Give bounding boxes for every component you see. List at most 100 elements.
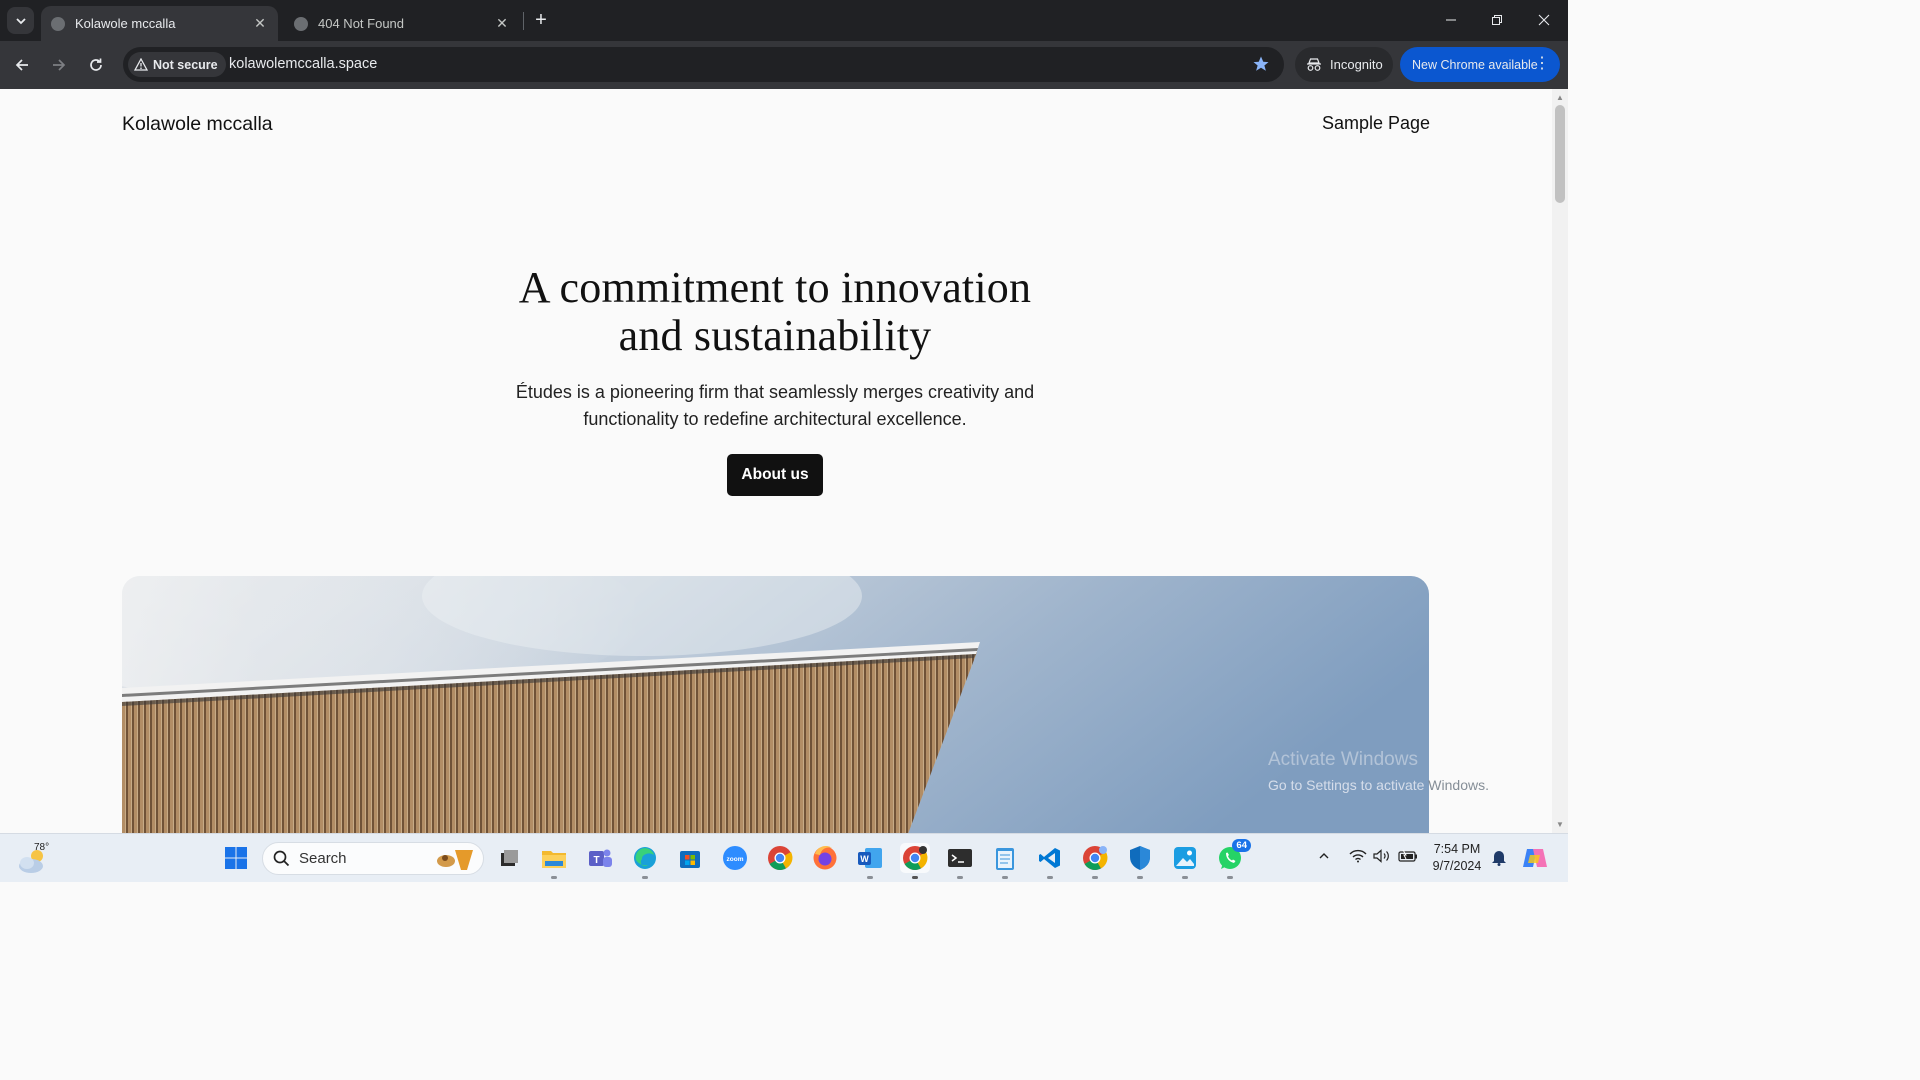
site-title[interactable]: Kolawole mccalla <box>122 113 273 136</box>
running-indicator <box>1137 876 1143 879</box>
arrow-right-icon <box>53 59 66 71</box>
photos-icon <box>1174 847 1196 869</box>
warning-icon <box>134 58 148 71</box>
star-icon <box>1253 56 1269 71</box>
defender-icon <box>1130 846 1150 870</box>
taskbar-search[interactable]: Search <box>262 842 484 875</box>
chevron-down-icon <box>15 17 26 24</box>
tab-kolawole[interactable]: Kolawole mccalla ✕ <box>41 6 278 41</box>
minimize-button[interactable] <box>1428 0 1474 40</box>
windows-start-button[interactable] <box>221 843 251 873</box>
globe-icon <box>51 16 65 31</box>
nav-sample-page[interactable]: Sample Page <box>1322 113 1430 134</box>
running-indicator <box>1047 876 1053 879</box>
forward-button[interactable] <box>46 52 72 78</box>
hero-description: Études is a pioneering firm that seamles… <box>480 379 1070 433</box>
tab-title: Kolawole mccalla <box>75 16 176 31</box>
battery-icon <box>1398 849 1417 862</box>
firefox-button[interactable] <box>810 843 840 873</box>
globe-icon <box>294 16 308 31</box>
svg-text:T: T <box>593 855 599 866</box>
tab-strip: Kolawole mccalla ✕ 404 Not Found ✕ + <box>0 0 1568 41</box>
wifi-icon <box>1349 849 1367 863</box>
copilot-button[interactable] <box>1521 845 1549 874</box>
activate-windows-prefix: Go to Settings to activate <box>1268 777 1425 793</box>
store-button[interactable] <box>675 843 705 873</box>
back-button[interactable] <box>9 52 35 78</box>
photos-button[interactable] <box>1170 843 1200 879</box>
chrome-button[interactable] <box>765 843 795 873</box>
clock-time: 7:54 PM <box>1433 842 1481 856</box>
hero-description-line-2: functionality to redefine architectural … <box>583 409 967 429</box>
activate-windows-subtitle: Go to Settings to activate Windows. <box>1268 777 1489 793</box>
vscode-icon <box>1039 848 1060 868</box>
vscode-button[interactable] <box>1035 843 1065 879</box>
svg-text:W: W <box>860 854 869 864</box>
network-button[interactable] <box>1349 849 1367 866</box>
word-icon: W <box>858 848 882 868</box>
zoom-button[interactable]: zoom <box>720 843 750 873</box>
search-highlight-icon <box>437 849 473 870</box>
windows-taskbar: 78° Search T zoom W 64 7:54 PM 9/7/2024 <box>0 833 1568 882</box>
restore-button[interactable] <box>1474 0 1520 40</box>
address-bar[interactable]: Not secure kolawolemccalla.space <box>123 47 1284 82</box>
notepad-button[interactable] <box>990 843 1020 879</box>
new-tab-button[interactable]: + <box>530 9 552 31</box>
close-icon[interactable]: ✕ <box>250 14 270 34</box>
url-text[interactable]: kolawolemccalla.space <box>229 56 377 72</box>
battery-button[interactable] <box>1398 849 1418 866</box>
incognito-chip[interactable]: Incognito <box>1295 47 1393 82</box>
update-chrome-button[interactable]: New Chrome available ⋮ <box>1400 47 1560 82</box>
running-indicator <box>912 876 918 879</box>
show-hidden-icons-button[interactable] <box>1318 849 1330 865</box>
teams-button[interactable]: T <box>585 843 615 873</box>
chrome-dev-button[interactable] <box>900 843 930 879</box>
reload-button[interactable] <box>83 52 109 78</box>
scroll-down-icon[interactable]: ▼ <box>1556 820 1564 829</box>
arrow-left-icon <box>15 59 28 71</box>
scrollbar-thumb[interactable] <box>1555 105 1565 203</box>
hero-description-line-1: Études is a pioneering firm that seamles… <box>515 382 1035 402</box>
architecture-photo <box>122 576 1429 833</box>
task-view-button[interactable] <box>494 843 524 873</box>
tab-404[interactable]: 404 Not Found ✕ <box>284 6 520 41</box>
more-vert-icon[interactable]: ⋮ <box>1534 56 1550 72</box>
reload-icon <box>90 58 102 71</box>
weather-temp: 78° <box>34 842 50 853</box>
svg-text:zoom: zoom <box>727 856 744 863</box>
hero-heading-line-2: and sustainability <box>618 311 932 360</box>
edge-button[interactable] <box>630 843 660 879</box>
incognito-label: Incognito <box>1330 57 1383 72</box>
terminal-icon <box>948 849 972 867</box>
tab-search-button[interactable] <box>7 7 34 34</box>
terminal-button[interactable] <box>945 843 975 879</box>
chrome-dev-icon <box>903 846 928 871</box>
hero-heading: A commitment to innovation and sustainab… <box>400 264 1150 360</box>
bookmark-star-button[interactable] <box>1252 55 1270 78</box>
clock[interactable]: 7:54 PM 9/7/2024 <box>1426 841 1488 875</box>
whatsapp-button[interactable]: 64 <box>1215 839 1251 879</box>
notepad-icon <box>996 848 1014 870</box>
close-window-button[interactable] <box>1521 0 1567 40</box>
file-explorer-button[interactable] <box>539 843 569 879</box>
chrome-profile-button[interactable] <box>1080 843 1110 879</box>
chevron-up-icon <box>1319 853 1329 859</box>
notifications-button[interactable] <box>1491 848 1507 869</box>
security-chip[interactable]: Not secure <box>128 52 226 77</box>
security-label: Not secure <box>153 57 218 72</box>
running-indicator <box>1002 876 1008 879</box>
scroll-up-icon[interactable]: ▲ <box>1556 93 1564 102</box>
edge-icon <box>634 847 656 869</box>
page-scrollbar[interactable]: ▲ ▼ <box>1552 89 1568 833</box>
hero-image <box>122 576 1429 833</box>
notification-badge: 64 <box>1232 839 1251 852</box>
close-icon[interactable]: ✕ <box>492 14 512 34</box>
web-page: Kolawole mccalla Sample Page A commitmen… <box>0 89 1552 833</box>
bell-icon <box>1492 851 1506 866</box>
weather-widget[interactable]: 78° <box>17 840 57 876</box>
close-icon <box>1538 14 1550 26</box>
word-button[interactable]: W <box>855 843 885 879</box>
defender-button[interactable] <box>1125 843 1155 879</box>
about-us-button[interactable]: About us <box>727 454 823 496</box>
volume-button[interactable] <box>1373 849 1391 866</box>
